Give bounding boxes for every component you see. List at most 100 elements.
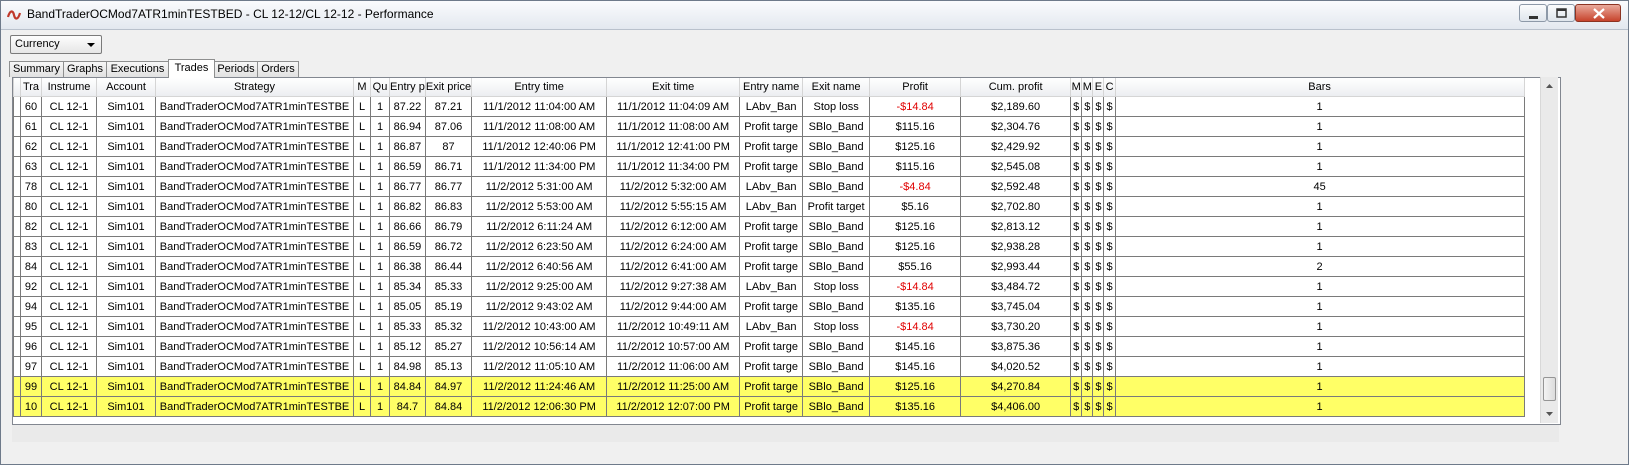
column-header[interactable]: Cum. profit — [960, 78, 1072, 97]
table-cell: 62 — [20, 136, 42, 157]
tab-summary[interactable]: Summary — [9, 61, 64, 77]
row-header[interactable] — [13, 376, 21, 397]
row-header[interactable] — [13, 176, 21, 197]
table-row[interactable]: 83 CL 12-1 Sim101 BandTraderOCMod7ATR1minTE… — [13, 236, 1525, 257]
table-row[interactable]: 10 CL 12-1 Sim101 BandTraderOCMod7ATR1minTE… — [13, 396, 1525, 417]
vertical-scrollbar[interactable] — [1540, 77, 1558, 423]
scroll-down-icon[interactable] — [1542, 406, 1557, 422]
table-row[interactable]: 96 CL 12-1 Sim101 BandTraderOCMod7ATR1minTE… — [13, 336, 1525, 357]
table-row[interactable]: 95 CL 12-1 Sim101 BandTraderOCMod7ATR1minTE… — [13, 316, 1525, 337]
row-header[interactable] — [13, 276, 21, 297]
row-header[interactable] — [13, 196, 21, 217]
table-row[interactable]: 82 CL 12-1 Sim101 BandTraderOCMod7ATR1minTE… — [13, 216, 1525, 237]
title-bar[interactable]: BandTraderOCMod7ATR1minTESTBED - CL 12-1… — [1, 1, 1628, 30]
table-row[interactable]: 78 CL 12-1 Sim101 BandTraderOCMod7ATR1minTE… — [13, 176, 1525, 197]
column-header[interactable]: Tra — [20, 78, 42, 97]
column-header[interactable]: Entry p — [389, 78, 426, 97]
tab-trades[interactable]: Trades — [168, 59, 215, 78]
trades-grid[interactable]: Tra Instrume Account Strategy M Qu Entry p Exit… — [12, 77, 1561, 425]
maximize-button[interactable] — [1547, 4, 1575, 22]
table-cell: 86.82 — [389, 196, 426, 217]
table-cell: L — [353, 336, 371, 357]
table-cell: 85.27 — [424, 336, 473, 357]
table-row[interactable]: 94 CL 12-1 Sim101 BandTraderOCMod7ATR1minTE… — [13, 296, 1525, 317]
table-cell: $ — [1103, 176, 1116, 197]
minimize-icon — [1529, 16, 1538, 19]
table-cell: $ — [1070, 96, 1083, 117]
column-header[interactable]: Instrume — [41, 78, 97, 97]
table-row[interactable]: 61 CL 12-1 Sim101 BandTraderOCMod7ATR1minTE… — [13, 116, 1525, 137]
column-header[interactable]: E — [1092, 78, 1105, 97]
table-cell: SBlo_Band — [802, 256, 871, 277]
scrollbar-thumb[interactable] — [1543, 377, 1556, 401]
tab-orders[interactable]: Orders — [257, 61, 299, 77]
table-cell: Stop loss — [802, 96, 871, 117]
row-header[interactable] — [13, 356, 21, 377]
table-cell: 1 — [1114, 136, 1525, 157]
table-row[interactable]: 99 CL 12-1 Sim101 BandTraderOCMod7ATR1minTE… — [13, 376, 1525, 397]
table-cell: 11/2/2012 10:56:14 AM — [471, 336, 608, 357]
column-header[interactable]: C — [1103, 78, 1116, 97]
table-cell: 87.21 — [424, 96, 473, 117]
table-cell: $ — [1103, 136, 1116, 157]
table-cell: Sim101 — [96, 96, 156, 117]
row-header[interactable] — [13, 316, 21, 337]
table-cell: $ — [1081, 396, 1094, 417]
row-header[interactable] — [13, 136, 21, 157]
table-cell: $ — [1092, 356, 1105, 377]
table-row[interactable]: 92 CL 12-1 Sim101 BandTraderOCMod7ATR1minTE… — [13, 276, 1525, 297]
minimize-button[interactable] — [1519, 4, 1547, 22]
table-cell: 84.97 — [424, 376, 473, 397]
table-cell: $ — [1103, 256, 1116, 277]
table-row[interactable]: 62 CL 12-1 Sim101 BandTraderOCMod7ATR1minTE… — [13, 136, 1525, 157]
column-header[interactable]: M — [353, 78, 371, 97]
column-header[interactable]: Bars — [1114, 78, 1525, 97]
table-cell: 85.33 — [424, 276, 473, 297]
row-header[interactable] — [13, 396, 21, 417]
table-cell: Sim101 — [96, 376, 156, 397]
table-cell: $ — [1103, 336, 1116, 357]
tab-periods[interactable]: Periods — [214, 61, 258, 77]
table-cell: $ — [1081, 136, 1094, 157]
row-header[interactable] — [13, 96, 21, 117]
table-cell: 80 — [20, 196, 42, 217]
table-row[interactable]: 63 CL 12-1 Sim101 BandTraderOCMod7ATR1minTE… — [13, 156, 1525, 177]
row-header[interactable] — [13, 256, 21, 277]
column-header[interactable]: Entry name — [739, 78, 804, 97]
column-header[interactable]: M — [1081, 78, 1094, 97]
column-header[interactable]: Entry time — [471, 78, 608, 97]
table-cell: $ — [1103, 96, 1116, 117]
column-header[interactable]: Exit name — [802, 78, 871, 97]
table-row[interactable]: 97 CL 12-1 Sim101 BandTraderOCMod7ATR1minTE… — [13, 356, 1525, 377]
column-header[interactable]: Qu — [370, 78, 390, 97]
row-header[interactable] — [13, 296, 21, 317]
column-header[interactable]: Exit price — [424, 78, 473, 97]
column-header[interactable]: Strategy — [155, 78, 354, 97]
table-cell: $145.16 — [869, 356, 962, 377]
table-cell: $ — [1092, 296, 1105, 317]
table-row[interactable]: 80 CL 12-1 Sim101 BandTraderOCMod7ATR1minTE… — [13, 196, 1525, 217]
table-cell: CL 12-1 — [41, 156, 97, 177]
column-header[interactable]: Account — [96, 78, 156, 97]
column-header[interactable]: M — [1070, 78, 1083, 97]
tab-graphs[interactable]: Graphs — [63, 61, 107, 77]
table-cell: 11/2/2012 9:27:38 AM — [606, 276, 741, 297]
close-button[interactable] — [1575, 4, 1621, 22]
row-header[interactable] — [13, 236, 21, 257]
row-header[interactable] — [13, 116, 21, 137]
scroll-up-icon[interactable] — [1542, 78, 1557, 94]
horizontal-scroll-area — [12, 425, 1559, 442]
table-row[interactable]: 60 CL 12-1 Sim101 BandTraderOCMod7ATR1minTE… — [13, 96, 1525, 117]
row-header[interactable] — [13, 216, 21, 237]
table-cell: 1 — [370, 276, 390, 297]
display-unit-value: Currency — [15, 38, 60, 50]
tab-executions[interactable]: Executions — [106, 61, 169, 77]
column-header[interactable]: Exit time — [606, 78, 741, 97]
column-header[interactable]: Profit — [869, 78, 962, 97]
table-cell: CL 12-1 — [41, 396, 97, 417]
row-header[interactable] — [13, 156, 21, 177]
table-cell: Sim101 — [96, 156, 156, 177]
row-header[interactable] — [13, 336, 21, 357]
table-row[interactable]: 84 CL 12-1 Sim101 BandTraderOCMod7ATR1minTE… — [13, 256, 1525, 277]
display-unit-select[interactable]: Currency — [10, 35, 102, 54]
